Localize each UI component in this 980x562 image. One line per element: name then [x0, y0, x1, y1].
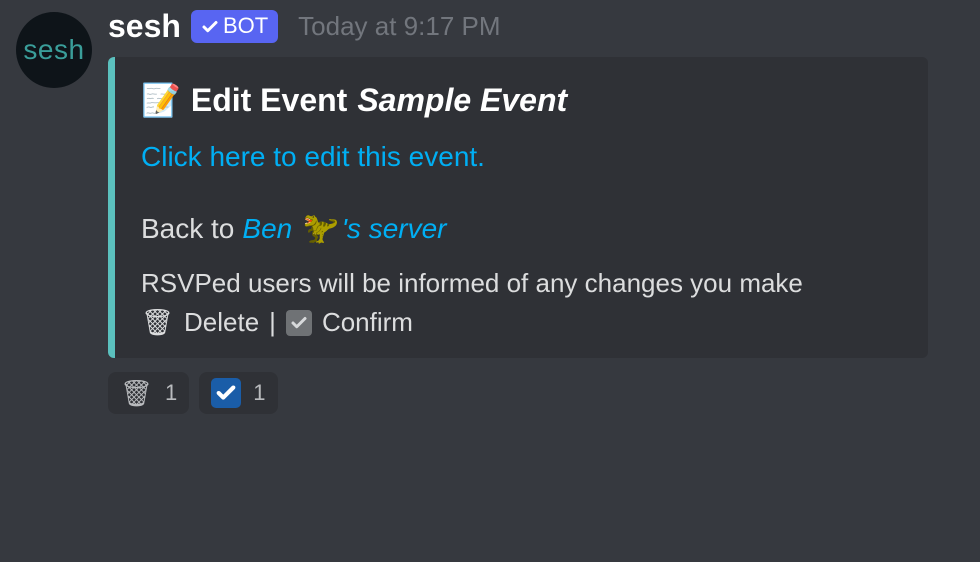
back-to-server: Back to Ben 🦖 's server	[141, 211, 902, 246]
embed-title-prefix: Edit Event	[191, 82, 347, 119]
embed-title: 📝 Edit Event Sample Event	[141, 81, 902, 119]
reactions-bar: 🗑 1 1	[108, 372, 964, 414]
rsvp-info-text: RSVPed users will be informed of any cha…	[141, 268, 902, 299]
bot-badge: BOT	[191, 10, 278, 43]
server-link[interactable]: Ben 🦖 's server	[242, 211, 446, 246]
confirm-label: Confirm	[322, 307, 413, 338]
embed-event-name: Sample Event	[357, 82, 567, 119]
avatar-text: sesh	[23, 34, 84, 66]
reaction-count: 1	[253, 380, 265, 406]
reaction-trash[interactable]: 🗑 1	[108, 372, 189, 414]
message: sesh sesh BOT Today at 9:17 PM 📝 Edit Ev…	[0, 0, 980, 422]
reaction-check[interactable]: 1	[199, 372, 277, 414]
embed: 📝 Edit Event Sample Event Click here to …	[108, 57, 928, 358]
message-body: sesh BOT Today at 9:17 PM 📝 Edit Event S…	[108, 8, 964, 414]
back-prefix: Back to	[141, 213, 234, 245]
trash-icon: 🗑	[141, 307, 174, 338]
avatar[interactable]: sesh	[16, 12, 92, 88]
timestamp: Today at 9:17 PM	[298, 11, 500, 42]
embed-accent	[108, 57, 115, 358]
edit-event-link[interactable]: Click here to edit this event.	[141, 141, 485, 173]
check-icon	[211, 378, 241, 408]
memo-icon: 📝	[141, 81, 181, 119]
reaction-count: 1	[165, 380, 177, 406]
embed-actions: 🗑 Delete | Confirm	[141, 307, 902, 338]
trash-icon: 🗑	[120, 380, 153, 406]
check-icon	[286, 310, 312, 336]
server-name-suffix: 's server	[342, 213, 447, 245]
bot-label: BOT	[223, 12, 268, 41]
embed-content: 📝 Edit Event Sample Event Click here to …	[115, 57, 928, 358]
delete-label: Delete	[184, 307, 259, 338]
separator: |	[269, 307, 276, 338]
trex-icon: 🦖	[298, 211, 335, 246]
message-header: sesh BOT Today at 9:17 PM	[108, 8, 964, 45]
server-owner-name: Ben	[242, 213, 292, 245]
username[interactable]: sesh	[108, 8, 181, 45]
verified-check-icon	[201, 18, 219, 36]
